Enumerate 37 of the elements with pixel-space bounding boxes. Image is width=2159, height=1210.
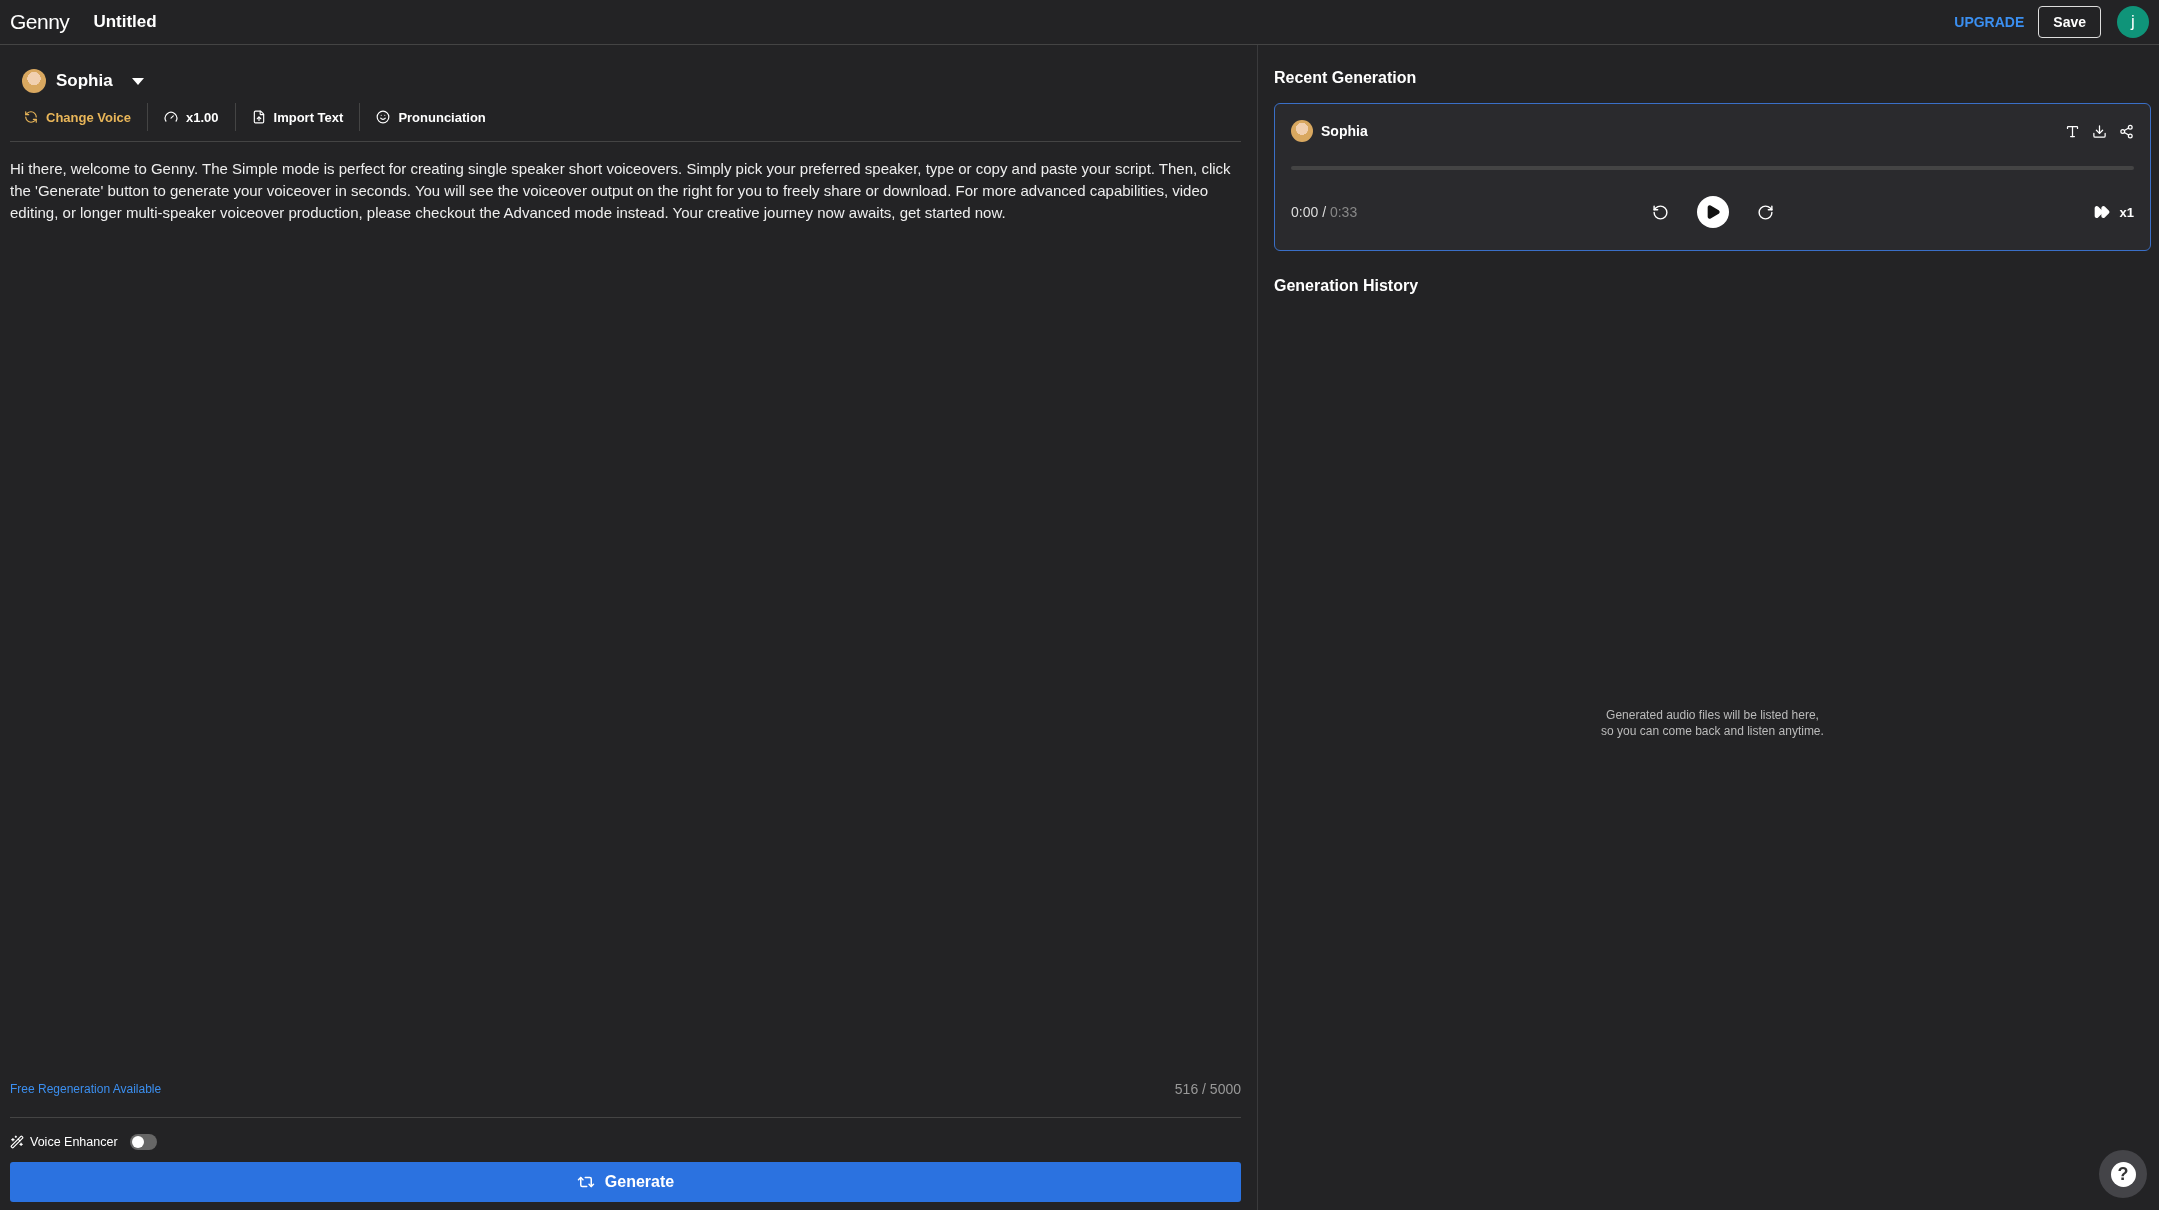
section-title: Recent Generation xyxy=(1274,69,1418,87)
speaker-name: Sophia xyxy=(1321,123,1368,139)
speed-tool-button[interactable]: x1.00 xyxy=(147,103,235,131)
character-count: 516 / 5000 xyxy=(1174,1081,1241,1097)
import-tool-button[interactable]: Import Text xyxy=(234,103,360,131)
fast-forward-icon[interactable] xyxy=(2093,204,2110,220)
caret-icon[interactable] xyxy=(130,76,145,86)
section-title: Generation History xyxy=(1274,277,1420,295)
voice-name[interactable]: Sophia xyxy=(56,71,113,91)
generate-button[interactable]: Generate xyxy=(10,1162,1241,1202)
play-button[interactable] xyxy=(1696,196,1729,228)
script-text[interactable]: Hi there, welcome to Genny. The Simple mode is perfect for creating single speaker short voiceovers. Simply pick your preferred speaker, type or copy and paste your script. Then, click the 'Generate' button to generate your voiceover in seconds. You will see the voiceover output on the right for you to freely share or download. For more advanced capabilities, video editing, or longer multi-speaker voiceover production, please checkout the Advanced mode instead. Your creative journey now awaits, get started now. xyxy=(10,158,1241,1081)
text-icon[interactable] xyxy=(2065,123,2080,139)
share-icon[interactable] xyxy=(2119,123,2134,139)
save-button[interactable]: Save xyxy=(2038,6,2101,38)
rewind-icon[interactable] xyxy=(1651,203,1669,221)
help-button[interactable]: ? xyxy=(2099,1150,2147,1198)
empty-message: Generated audio files will be listed here, so you can come back and listen anytime. xyxy=(1601,706,1824,739)
voice-enhancer-label: Voice Enhancer xyxy=(30,1135,118,1149)
playback-time: 0:00 / 0:33 xyxy=(1291,204,1359,220)
document-title[interactable]: Untitled xyxy=(93,12,157,32)
pronunciation-tool-button[interactable]: Pronunciation xyxy=(359,103,502,131)
magic-wand-icon xyxy=(10,1135,24,1149)
playback-speed[interactable]: x1 xyxy=(2119,204,2134,220)
gauge-icon xyxy=(164,110,178,124)
user-avatar[interactable]: j xyxy=(2117,6,2149,38)
avatar-photo-placeholder xyxy=(1291,120,1313,142)
upgrade-link[interactable]: UPGRADE xyxy=(1954,14,2025,30)
voice-enhancer-toggle[interactable] xyxy=(129,1134,157,1150)
logo[interactable]: Genny xyxy=(10,10,70,34)
download-icon[interactable] xyxy=(2092,123,2107,139)
avatar-photo-placeholder xyxy=(22,69,46,93)
file-upload-icon xyxy=(251,110,266,124)
skip-forward-icon[interactable] xyxy=(1756,203,1774,221)
free-regeneration-link[interactable]: Free Regeneration Available xyxy=(10,1082,162,1096)
voice-tool-button[interactable]: Change Voice xyxy=(24,103,147,131)
voice-swap-icon xyxy=(24,110,38,124)
